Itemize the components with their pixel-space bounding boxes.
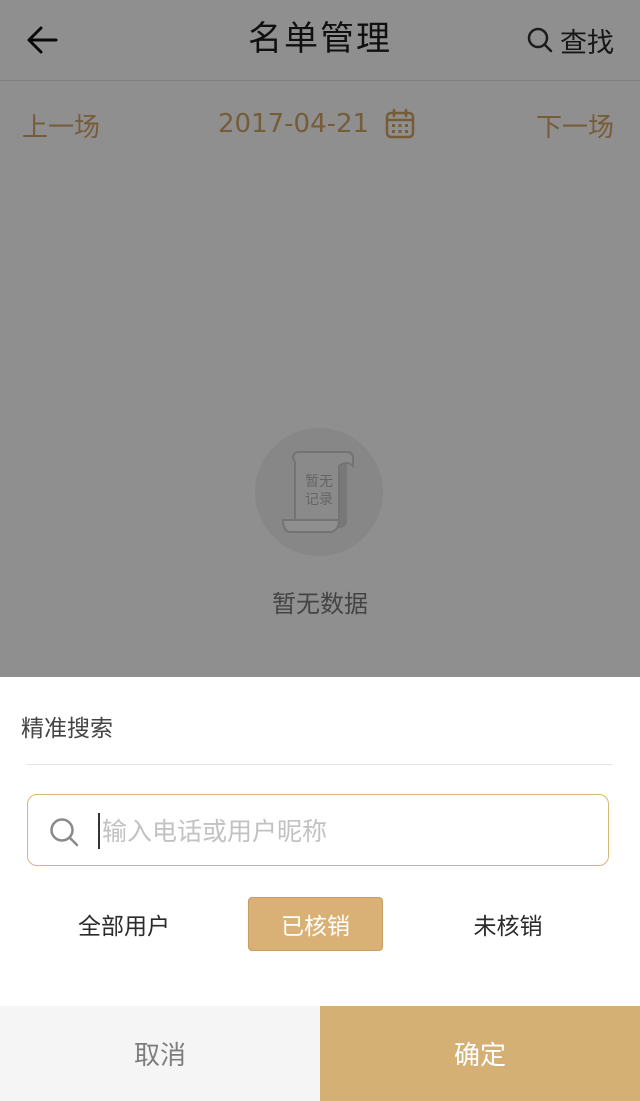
filter-all-users[interactable]: 全部用户 (62, 897, 186, 951)
cancel-button[interactable]: 取消 (0, 1006, 320, 1101)
divider (27, 764, 612, 765)
filter-verified[interactable]: 已核销 (248, 897, 383, 951)
search-box[interactable] (27, 794, 609, 866)
confirm-button[interactable]: 确定 (320, 1006, 640, 1101)
filter-unverified[interactable]: 未核销 (446, 897, 570, 951)
text-cursor (98, 813, 100, 849)
search-input[interactable] (102, 807, 582, 855)
precise-search-sheet: 精准搜索 全部用户 已核销 未核销 取消 确定 (0, 677, 640, 1101)
sheet-title: 精准搜索 (21, 716, 113, 742)
search-icon (50, 818, 79, 847)
